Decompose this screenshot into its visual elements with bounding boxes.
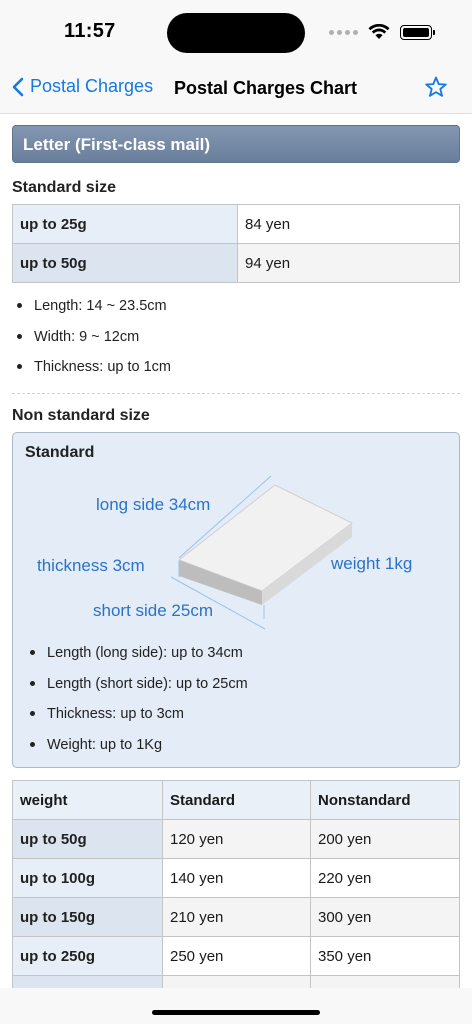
section-header-letter: Letter (First-class mail) <box>12 125 460 163</box>
chevron-left-icon <box>12 77 24 96</box>
size-limits-list: Length (long side): up to 34cm Length (s… <box>25 643 248 765</box>
column-header: Nonstandard <box>310 780 460 820</box>
table-row: up to 150g 210 yen 300 yen <box>12 897 460 937</box>
standard-price-cell: 120 yen <box>162 819 311 859</box>
battery-icon <box>400 24 435 40</box>
non-standard-rate-table: weight Standard Nonstandard up to 50g 12… <box>12 780 460 988</box>
status-icons <box>329 24 435 40</box>
price-cell: 84 yen <box>237 204 460 244</box>
nonstandard-price-cell: 220 yen <box>310 858 460 898</box>
standard-price-cell: 210 yen <box>162 897 311 937</box>
home-indicator[interactable] <box>152 1010 320 1015</box>
star-icon <box>425 76 447 97</box>
weight-cell: up to 150g <box>12 897 163 937</box>
divider <box>12 393 460 394</box>
list-item: Length (short side): up to 25cm <box>25 674 248 705</box>
nonstandard-price-cell: 350 yen <box>310 936 460 976</box>
table-header-row: weight Standard Nonstandard <box>12 780 460 820</box>
column-header: weight <box>12 780 163 820</box>
standard-price-cell <box>162 975 311 988</box>
list-item: Length: 14 ~ 23.5cm <box>12 296 171 327</box>
table-row: up to 25g 84 yen <box>12 204 460 244</box>
home-indicator-area <box>0 988 472 1024</box>
thickness-label: thickness 3cm <box>37 556 145 575</box>
favorite-button[interactable] <box>424 75 448 104</box>
short-side-label: short side 25cm <box>93 601 213 620</box>
list-item: Thickness: up to 1cm <box>12 357 171 388</box>
wifi-icon <box>368 24 390 39</box>
nonstandard-price-cell: 200 yen <box>310 819 460 859</box>
table-row: up to 250g 250 yen 350 yen <box>12 936 460 976</box>
standard-size-rate-table: up to 25g 84 yen up to 50g 94 yen <box>12 204 460 283</box>
scroll-content[interactable]: Letter (First-class mail) Standard size … <box>0 114 472 988</box>
nonstandard-price-cell: 300 yen <box>310 897 460 937</box>
list-item: Weight: up to 1Kg <box>25 735 248 766</box>
table-row: up to 100g 140 yen 220 yen <box>12 858 460 898</box>
dynamic-island <box>167 13 305 53</box>
back-button[interactable]: Postal Charges <box>12 76 153 97</box>
standard-price-cell: 250 yen <box>162 936 311 976</box>
status-time: 11:57 <box>64 20 116 42</box>
long-side-label: long side 34cm <box>96 495 210 514</box>
list-item: Thickness: up to 3cm <box>25 704 248 735</box>
table-row <box>12 975 460 988</box>
back-button-label: Postal Charges <box>30 76 154 96</box>
weight-cell: up to 50g <box>12 243 238 283</box>
size-limits-box: Standard long side 34cm thickness 3cm we… <box>12 432 460 768</box>
weight-cell: up to 50g <box>12 819 163 859</box>
cellular-signal-icon <box>329 29 358 35</box>
weight-cell: up to 100g <box>12 858 163 898</box>
weight-cell <box>12 975 163 988</box>
list-item: Width: 9 ~ 12cm <box>12 327 171 358</box>
envelope-dimension-diagram: long side 34cm thickness 3cm weight 1kg … <box>37 475 412 630</box>
table-row: up to 50g 120 yen 200 yen <box>12 819 460 859</box>
navigation-bar: Postal Charges Postal Charges Chart <box>0 62 472 114</box>
weight-cell: up to 25g <box>12 204 238 244</box>
non-standard-size-heading: Non standard size <box>12 407 150 424</box>
standard-size-dimensions-list: Length: 14 ~ 23.5cm Width: 9 ~ 12cm Thic… <box>12 296 171 388</box>
weight-label: weight 1kg <box>330 554 412 573</box>
standard-size-heading: Standard size <box>12 179 117 196</box>
table-row: up to 50g 94 yen <box>12 243 460 283</box>
page-title: Postal Charges Chart <box>174 78 358 98</box>
price-cell: 94 yen <box>237 243 460 283</box>
status-bar: 11:57 <box>0 0 472 62</box>
nonstandard-price-cell <box>310 975 460 988</box>
standard-price-cell: 140 yen <box>162 858 311 898</box>
column-header: Standard <box>162 780 311 820</box>
weight-cell: up to 250g <box>12 936 163 976</box>
list-item: Length (long side): up to 34cm <box>25 643 248 674</box>
